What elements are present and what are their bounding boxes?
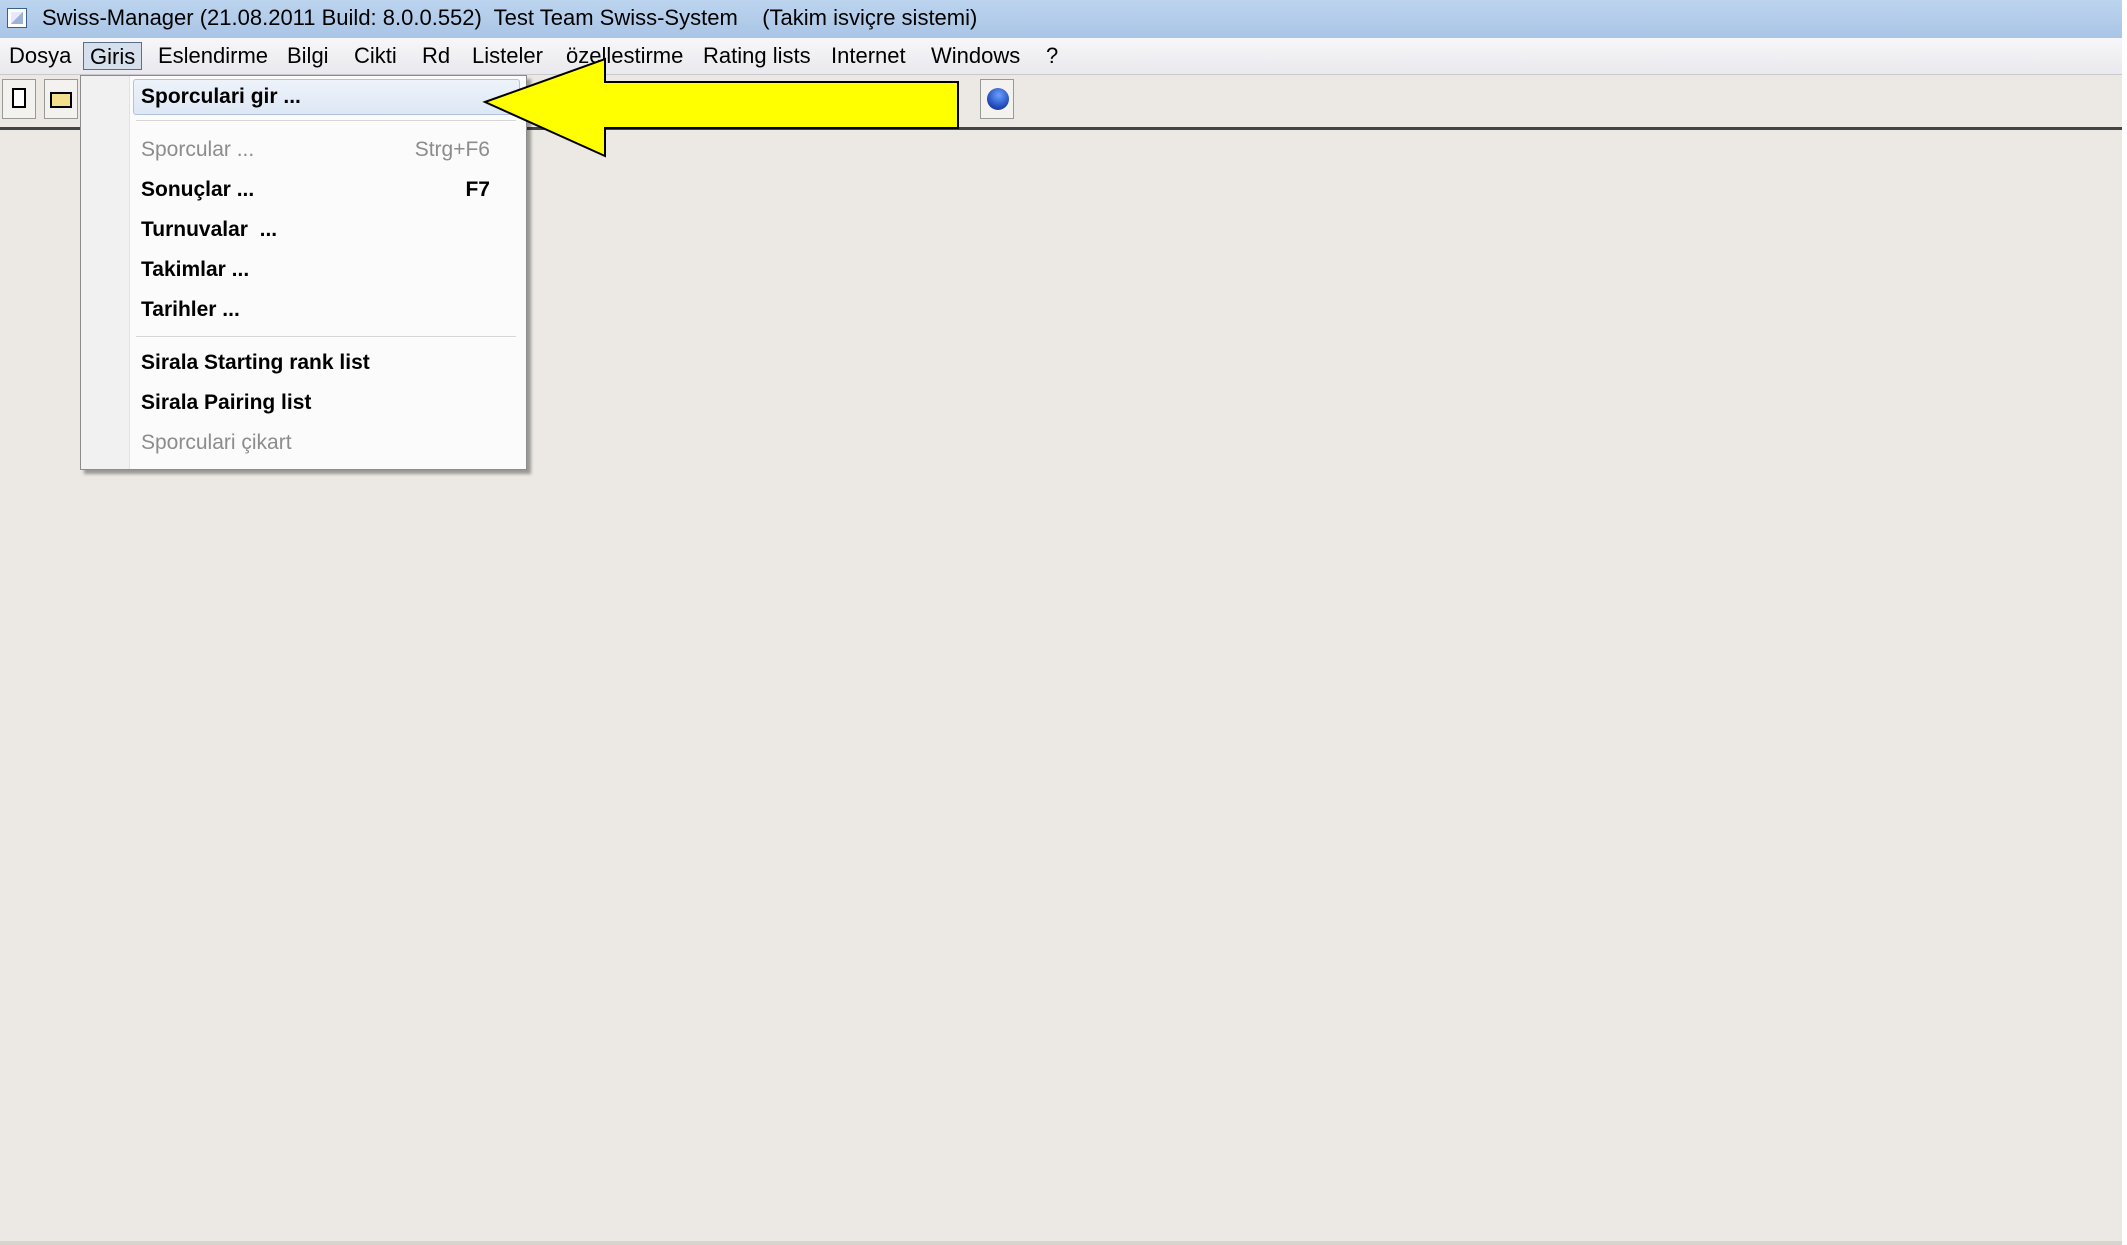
open-button[interactable] xyxy=(44,79,78,119)
app-window: Swiss-Manager (21.08.2011 Build: 8.0.0.5… xyxy=(0,0,2127,1245)
shortcut-sporcular: Strg+F6 xyxy=(414,138,490,161)
window-title: Swiss-Manager (21.08.2011 Build: 8.0.0.5… xyxy=(42,5,978,30)
shortcut-sonuclar: F7 xyxy=(465,178,490,201)
globe-icon xyxy=(982,83,1014,115)
menu-help[interactable]: ? xyxy=(1040,42,1064,70)
menu-item-sirala-pairing-list[interactable]: Sirala Pairing list xyxy=(141,391,311,415)
menu-rd[interactable]: Rd xyxy=(416,42,456,70)
new-document-button[interactable] xyxy=(2,79,36,119)
app-icon xyxy=(7,8,27,28)
menu-dosya[interactable]: Dosya xyxy=(3,42,77,70)
menu-cikti[interactable]: Cikti xyxy=(348,42,403,70)
menu-bilgi[interactable]: Bilgi xyxy=(281,42,335,70)
giris-dropdown-menu: Sporculari gir ... Sporcular ... Strg+F6… xyxy=(80,75,527,470)
title-bar: Swiss-Manager (21.08.2011 Build: 8.0.0.5… xyxy=(0,0,2127,39)
menu-item-takimlar[interactable]: Takimlar ... xyxy=(141,258,249,282)
menu-item-sirala-starting-rank-list[interactable]: Sirala Starting rank list xyxy=(141,351,370,375)
menu-separator xyxy=(136,336,516,338)
new-document-icon xyxy=(12,88,26,108)
menu-separator xyxy=(136,120,516,122)
menu-item-turnuvalar[interactable]: Turnuvalar ... xyxy=(141,218,277,242)
screen-right-edge xyxy=(2122,0,2127,1245)
menu-eslendirme[interactable]: Eslendirme xyxy=(152,42,274,70)
menu-item-sporculari-gir[interactable]: Sporculari gir ... xyxy=(141,85,301,109)
menu-item-tarihler[interactable]: Tarihler ... xyxy=(141,298,240,322)
yellow-arrow-annotation xyxy=(482,57,959,158)
menu-bar: Dosya Giris Eslendirme Bilgi Cikti Rd Li… xyxy=(0,38,2127,75)
menu-giris[interactable]: Giris xyxy=(83,42,143,70)
menu-item-sporculari-cikart[interactable]: Sporculari çikart xyxy=(141,431,292,455)
menu-gutter xyxy=(81,76,130,469)
window-bottom-edge xyxy=(0,1241,2127,1245)
globe-button[interactable] xyxy=(980,79,1014,119)
menu-item-sporcular[interactable]: Sporcular ... xyxy=(141,138,254,162)
menu-item-sonuclar[interactable]: Sonuçlar ... xyxy=(141,178,254,202)
open-folder-icon xyxy=(50,92,72,108)
